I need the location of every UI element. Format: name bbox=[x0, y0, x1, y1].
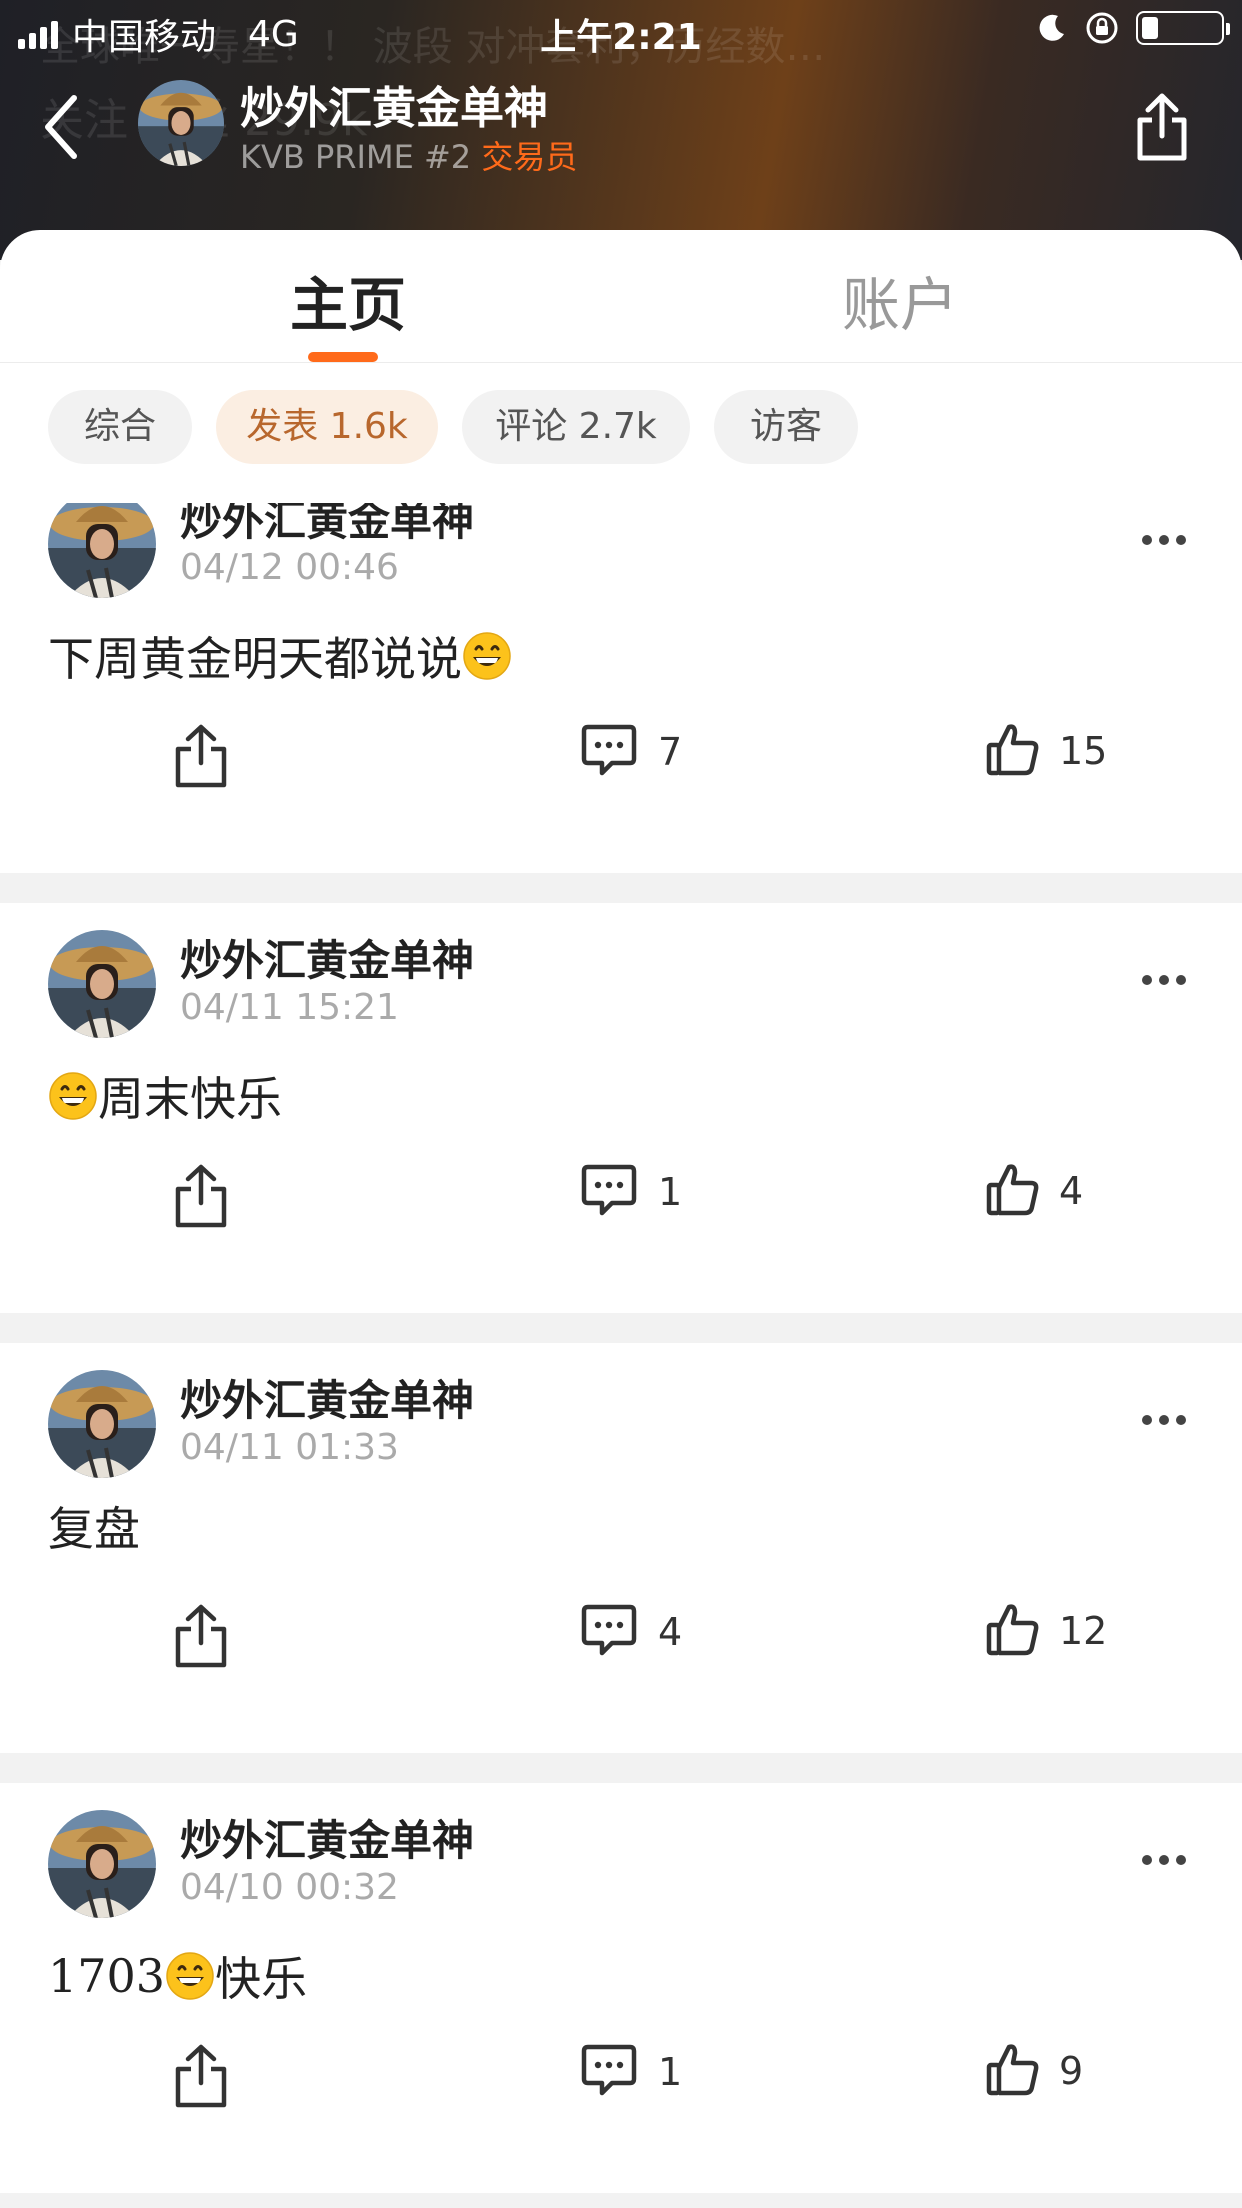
post-author: 炒外汇黄金单神 bbox=[180, 1376, 475, 1425]
divider bbox=[0, 2193, 1242, 2208]
grinning-face-emoji bbox=[48, 1071, 98, 1121]
post-text-after: 周末快乐 bbox=[98, 1072, 282, 1126]
comment-button[interactable]: 1 bbox=[580, 2043, 682, 2101]
comment-button[interactable]: 1 bbox=[580, 1163, 682, 1221]
post-time: 04/10 00:32 bbox=[180, 1867, 399, 1908]
more-options-icon[interactable] bbox=[1142, 1415, 1186, 1429]
share-button[interactable] bbox=[170, 723, 232, 789]
grinning-face-emoji bbox=[462, 631, 512, 681]
like-button[interactable]: 15 bbox=[985, 721, 1107, 781]
comment-count: 1 bbox=[658, 2050, 683, 2094]
post-actions: 4 12 bbox=[0, 1583, 1242, 1693]
post-actions: 1 9 bbox=[0, 2023, 1242, 2133]
tab-account[interactable]: 账户 bbox=[842, 258, 958, 342]
header-avatar[interactable] bbox=[138, 80, 224, 166]
more-options-icon[interactable] bbox=[1142, 535, 1186, 549]
header-broker: KVB PRIME #2 bbox=[240, 138, 472, 176]
like-count: 15 bbox=[1059, 729, 1108, 773]
status-bar: 中国移动 4G 上午2:21 bbox=[0, 0, 1242, 62]
thumbs-up-icon bbox=[985, 1161, 1041, 1221]
post-text: 1703 快乐 bbox=[48, 1943, 307, 2009]
tab-home[interactable]: 主页 bbox=[290, 258, 406, 342]
post-time: 04/11 01:33 bbox=[180, 1427, 399, 1468]
post-text: 下周黄金明天都说说 bbox=[48, 623, 512, 689]
filter-all[interactable]: 综合 bbox=[48, 390, 192, 464]
filter-comments[interactable]: 评论 2.7k bbox=[462, 390, 690, 464]
avatar[interactable] bbox=[48, 1370, 156, 1478]
post-author: 炒外汇黄金单神 bbox=[180, 503, 475, 545]
thumbs-up-icon bbox=[985, 2041, 1041, 2101]
comment-button[interactable]: 4 bbox=[580, 1603, 682, 1661]
post-time: 04/12 00:46 bbox=[180, 547, 399, 588]
thumbs-up-icon bbox=[985, 1601, 1041, 1661]
filter-chips: 综合 发表 1.6k 评论 2.7k 访客 bbox=[0, 390, 1242, 500]
header-role: 交易员 bbox=[481, 138, 578, 176]
post-author: 炒外汇黄金单神 bbox=[180, 936, 475, 985]
comment-count: 7 bbox=[658, 730, 683, 774]
like-button[interactable]: 9 bbox=[985, 2041, 1083, 2101]
filter-visitors[interactable]: 访客 bbox=[714, 390, 858, 464]
comment-icon bbox=[580, 1163, 638, 1221]
grinning-face-emoji bbox=[165, 1951, 215, 2001]
moon-icon bbox=[1039, 14, 1064, 41]
post-text-before: 下周黄金明天都说说 bbox=[48, 632, 462, 686]
divider bbox=[0, 1753, 1242, 1783]
more-options-icon[interactable] bbox=[1142, 1855, 1186, 1869]
share-button[interactable] bbox=[170, 1603, 232, 1669]
divider bbox=[0, 1313, 1242, 1343]
post-card: 炒外汇黄金单神 04/10 00:32 1703 快乐 1 9 bbox=[0, 1783, 1242, 2193]
header-subtitle: KVB PRIME #2 交易员 bbox=[240, 132, 577, 178]
battery-icon bbox=[1136, 11, 1230, 45]
tab-bar: 主页 账户 bbox=[0, 230, 1242, 363]
like-count: 9 bbox=[1059, 2049, 1084, 2093]
like-button[interactable]: 12 bbox=[985, 1601, 1107, 1661]
comment-icon bbox=[580, 2043, 638, 2101]
post-author: 炒外汇黄金单神 bbox=[180, 1816, 475, 1865]
avatar[interactable] bbox=[48, 503, 156, 598]
share-button[interactable] bbox=[170, 1163, 232, 1229]
comment-button[interactable]: 7 bbox=[580, 723, 682, 781]
post-card: 炒外汇黄金单神 04/11 15:21 周末快乐 1 4 bbox=[0, 903, 1242, 1313]
post-text-before: 1703 bbox=[48, 1949, 166, 2003]
back-arrow-icon[interactable] bbox=[40, 92, 80, 162]
rotation-lock-icon bbox=[1086, 12, 1118, 44]
tab-indicator bbox=[308, 352, 378, 362]
like-count: 4 bbox=[1059, 1169, 1084, 1213]
share-icon[interactable] bbox=[1134, 92, 1190, 162]
header-username: 炒外汇黄金单神 bbox=[240, 83, 548, 134]
profile-nav-bar: 炒外汇黄金单神 KVB PRIME #2 交易员 bbox=[0, 62, 1242, 232]
share-button[interactable] bbox=[170, 2043, 232, 2109]
post-card: 炒外汇黄金单神 04/11 01:33 复盘 4 12 bbox=[0, 1343, 1242, 1753]
post-card: 炒外汇黄金单神 04/12 00:46 下周黄金明天都说说 7 15 bbox=[0, 503, 1242, 873]
post-text-after: 快乐 bbox=[215, 1952, 308, 2006]
like-count: 12 bbox=[1059, 1609, 1108, 1653]
thumbs-up-icon bbox=[985, 721, 1041, 781]
filter-posts[interactable]: 发表 1.6k bbox=[216, 390, 438, 464]
post-text: 复盘 bbox=[48, 1493, 140, 1559]
post-text: 周末快乐 bbox=[48, 1063, 282, 1129]
post-actions: 1 4 bbox=[0, 1143, 1242, 1253]
post-actions: 7 15 bbox=[0, 703, 1242, 813]
comment-icon bbox=[580, 1603, 638, 1661]
avatar[interactable] bbox=[48, 930, 156, 1038]
more-options-icon[interactable] bbox=[1142, 975, 1186, 989]
comment-count: 1 bbox=[658, 1170, 683, 1214]
comment-count: 4 bbox=[658, 1610, 683, 1654]
comment-icon bbox=[580, 723, 638, 781]
post-text-before: 复盘 bbox=[48, 1502, 140, 1556]
post-feed: 炒外汇黄金单神 04/12 00:46 下周黄金明天都说说 7 15 炒外汇黄金… bbox=[0, 503, 1242, 2208]
divider bbox=[0, 873, 1242, 903]
post-time: 04/11 15:21 bbox=[180, 987, 399, 1028]
avatar[interactable] bbox=[48, 1810, 156, 1918]
like-button[interactable]: 4 bbox=[985, 1161, 1083, 1221]
